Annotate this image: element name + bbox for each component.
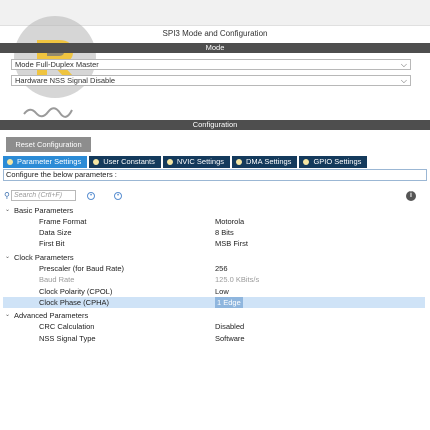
param-row-crc-calculation[interactable]: CRC Calculation Disabled — [3, 321, 425, 332]
nss-select-value: Disable — [90, 76, 116, 85]
window-title: SPI3 Mode and Configuration — [162, 29, 268, 38]
configure-instructions: Configure the below parameters : — [3, 169, 427, 181]
param-name: Frame Format — [39, 217, 87, 226]
group-label: Advanced Parameters — [14, 311, 89, 320]
param-value: Motorola — [215, 217, 245, 226]
hardware-nss-select[interactable]: Hardware NSS Signal Disable ⌵ — [11, 75, 411, 86]
collapse-arrow-icon: ⌄ — [5, 312, 11, 318]
config-tabs: Parameter Settings User Constants NVIC S… — [3, 156, 369, 168]
param-row-nss-signal-type[interactable]: NSS Signal Type Software — [3, 333, 425, 344]
search-icon: ⚲ — [4, 191, 10, 200]
collapse-arrow-icon: ⌄ — [5, 207, 11, 213]
tab-label: User Constants — [103, 157, 155, 166]
chevron-down-icon: ⌵ — [400, 60, 407, 69]
watermark-logo-text — [23, 107, 73, 118]
param-name: CRC Calculation — [39, 322, 95, 331]
expand-all-icon[interactable]: • — [87, 192, 95, 200]
group-label: Clock Parameters — [14, 253, 74, 262]
param-value: MSB First — [215, 239, 248, 248]
tab-user-constants[interactable]: User Constants — [89, 156, 161, 168]
tab-label: NVIC Settings — [176, 157, 224, 166]
param-row-prescaler[interactable]: Prescaler (for Baud Rate) 256 — [3, 263, 425, 274]
mode-select-label: Mode — [15, 60, 34, 69]
tree-group-clock-parameters[interactable]: ⌄ Clock Parameters — [3, 252, 425, 263]
status-dot-icon — [7, 159, 13, 165]
param-value: 8 Bits — [215, 228, 234, 237]
param-value: 256 — [215, 264, 228, 273]
param-name: First Bit — [39, 239, 65, 248]
param-value: Disabled — [215, 322, 245, 331]
mode-section-header: Mode — [0, 43, 430, 53]
tab-nvic-settings[interactable]: NVIC Settings — [162, 156, 230, 168]
tree-group-basic-parameters[interactable]: ⌄ Basic Parameters — [3, 205, 425, 216]
group-label: Basic Parameters — [14, 206, 74, 215]
reset-configuration-button[interactable]: Reset Configuration — [6, 137, 91, 152]
tab-label: GPIO Settings — [313, 157, 362, 166]
param-row-data-size[interactable]: Data Size 8 Bits — [3, 227, 425, 238]
tab-parameter-settings[interactable]: Parameter Settings — [3, 156, 88, 168]
status-dot-icon — [166, 159, 173, 165]
param-name: Clock Polarity (CPOL) — [39, 287, 113, 296]
param-name: NSS Signal Type — [39, 334, 96, 343]
mode-select[interactable]: Mode Full-Duplex Master ⌵ — [11, 59, 411, 70]
param-name: Clock Phase (CPHA) — [39, 298, 110, 307]
info-icon[interactable]: i — [406, 191, 416, 201]
tab-dma-settings[interactable]: DMA Settings — [232, 156, 298, 168]
status-dot-icon — [303, 159, 310, 165]
param-row-frame-format[interactable]: Frame Format Motorola — [3, 216, 425, 227]
configuration-section-header: Configuration — [0, 120, 430, 130]
chevron-down-icon: ⌵ — [400, 76, 407, 85]
collapse-all-icon[interactable]: • — [114, 192, 122, 200]
tab-label: DMA Settings — [246, 157, 292, 166]
status-dot-icon — [236, 159, 242, 165]
param-value: Low — [215, 287, 229, 296]
tab-gpio-settings[interactable]: GPIO Settings — [299, 156, 368, 168]
mode-select-value: Full-Duplex Master — [35, 60, 99, 69]
tab-label: Parameter Settings — [17, 157, 82, 166]
param-row-first-bit[interactable]: First Bit MSB First — [3, 238, 425, 249]
param-value: 125.0 KBits/s — [215, 275, 260, 284]
param-row-baud-rate: Baud Rate 125.0 KBits/s — [3, 274, 425, 285]
param-row-clock-polarity[interactable]: Clock Polarity (CPOL) Low — [3, 286, 425, 297]
param-value: Software — [215, 334, 245, 343]
param-name: Baud Rate — [39, 275, 75, 284]
param-name: Prescaler (for Baud Rate) — [39, 264, 125, 273]
collapse-arrow-icon: ⌄ — [5, 254, 11, 260]
param-name: Data Size — [39, 228, 72, 237]
nss-select-label: Hardware NSS Signal — [15, 76, 88, 85]
status-dot-icon — [93, 159, 100, 165]
tree-group-advanced-parameters[interactable]: ⌄ Advanced Parameters — [3, 310, 425, 321]
param-value-select[interactable]: 1 Edge — [215, 297, 243, 308]
search-input[interactable] — [11, 190, 76, 201]
param-row-clock-phase[interactable]: Clock Phase (CPHA) 1 Edge — [3, 297, 425, 308]
